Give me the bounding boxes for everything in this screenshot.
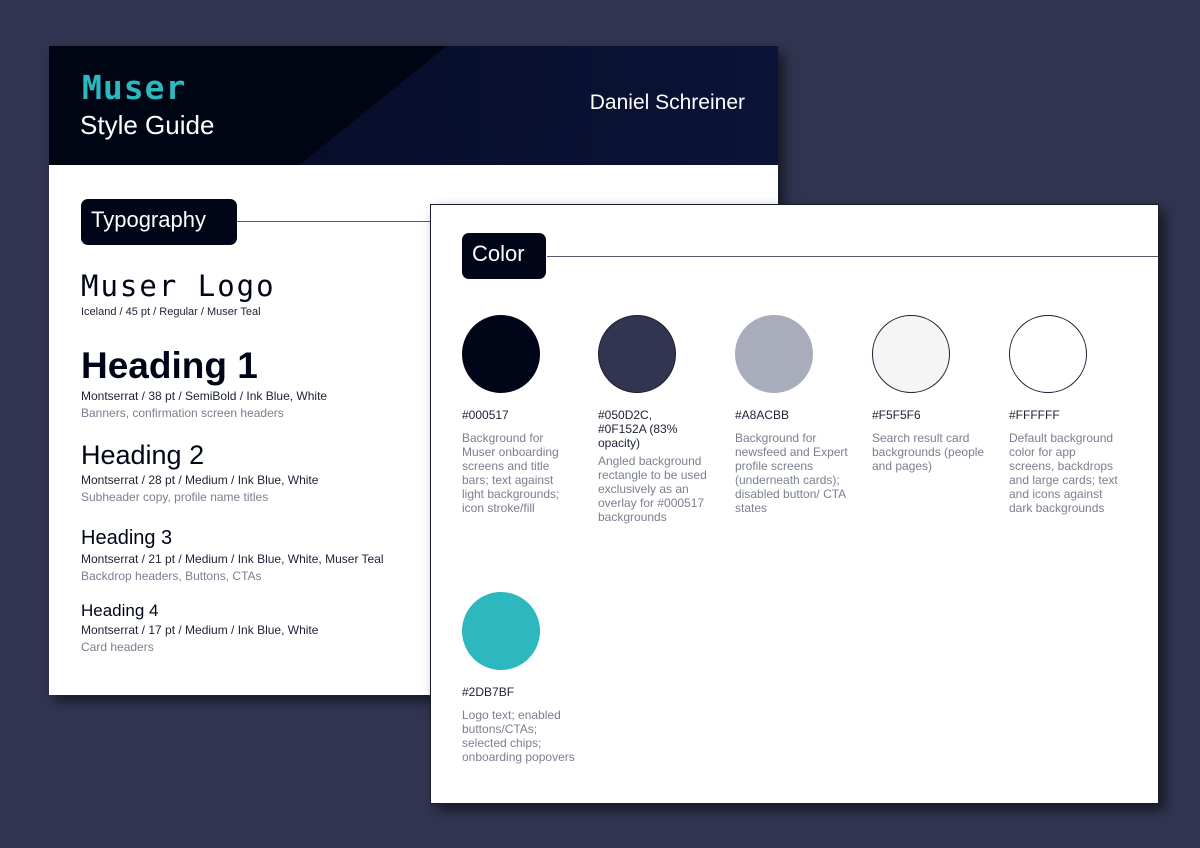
swatch-circle xyxy=(872,315,950,393)
type-sample-title: Heading 3 xyxy=(81,527,173,549)
swatch-circle xyxy=(598,315,676,393)
swatch-circle xyxy=(462,592,540,670)
type-sample-spec: Montserrat / 17 pt / Medium / Ink Blue, … xyxy=(81,623,319,637)
author-name: Daniel Schreiner xyxy=(589,91,745,114)
type-sample-title: Heading 2 xyxy=(81,440,205,470)
style-guide-title: Style Guide xyxy=(80,110,215,140)
type-sample-heading-2: Heading 2 Montserrat / 28 pt / Medium / … xyxy=(81,440,318,504)
type-sample-spec: Iceland / 45 pt / Regular / Muser Teal xyxy=(81,306,261,318)
color-swatch-ffffff: #FFFFFF Default background color for app… xyxy=(1009,315,1124,515)
type-sample-title: Heading 4 xyxy=(81,601,159,620)
swatch-hex: #FFFFFF xyxy=(1009,408,1060,422)
type-sample-title: Muser Logo xyxy=(81,269,276,303)
swatch-hex: #000517 xyxy=(462,408,509,422)
swatch-circle xyxy=(462,315,540,393)
color-swatch-f5f5f6: #F5F5F6 Search result card backgrounds (… xyxy=(872,315,987,473)
swatch-hex: #A8ACBB xyxy=(735,408,790,422)
color-card: Color #000517 Background for Muser onboa… xyxy=(430,204,1159,804)
swatch-hex: #F5F5F6 xyxy=(872,408,921,422)
typography-section-label: Typography xyxy=(81,199,237,245)
color-swatch-050d2c: #050D2C, #0F152A (83% opacity) Angled ba… xyxy=(598,315,713,524)
type-sample-logo: Muser Logo Iceland / 45 pt / Regular / M… xyxy=(81,269,276,318)
type-sample-heading-4: Heading 4 Montserrat / 17 pt / Medium / … xyxy=(81,601,318,654)
color-section-label: Color xyxy=(462,233,546,279)
swatch-hex: #2DB7BF xyxy=(462,685,515,699)
swatch-description: Search result card backgrounds (people a… xyxy=(872,431,985,473)
type-sample-spec: Montserrat / 28 pt / Medium / Ink Blue, … xyxy=(81,473,319,487)
color-swatch-2db7bf: #2DB7BF Logo text; enabled buttons/CTAs;… xyxy=(462,592,577,764)
type-sample-usage: Backdrop headers, Buttons, CTAs xyxy=(81,569,262,583)
type-sample-spec: Montserrat / 21 pt / Medium / Ink Blue, … xyxy=(81,552,384,566)
section-divider xyxy=(547,256,1158,257)
swatch-circle xyxy=(735,315,813,393)
swatch-description: Background for Muser onboarding screens … xyxy=(462,431,560,515)
type-sample-title: Heading 1 xyxy=(81,345,258,386)
style-guide-header: Muser Style Guide Daniel Schreiner xyxy=(49,46,778,165)
type-sample-usage: Card headers xyxy=(81,640,154,654)
swatch-description: Background for newsfeed and Expert profi… xyxy=(735,431,848,515)
type-sample-usage: Subheader copy, profile name titles xyxy=(81,490,269,504)
swatch-hex: #050D2C, #0F152A (83% opacity) xyxy=(598,408,678,450)
type-sample-usage: Banners, confirmation screen headers xyxy=(81,406,284,420)
type-sample-heading-3: Heading 3 Montserrat / 21 pt / Medium / … xyxy=(81,527,384,583)
swatch-description: Angled background rectangle to be used e… xyxy=(598,454,707,524)
muser-logo: Muser xyxy=(82,68,187,107)
color-swatch-a8acbb: #A8ACBB Background for newsfeed and Expe… xyxy=(735,315,850,515)
type-sample-spec: Montserrat / 38 pt / SemiBold / Ink Blue… xyxy=(81,389,328,403)
swatch-description: Default background color for app screens… xyxy=(1009,431,1118,515)
swatch-circle xyxy=(1009,315,1087,393)
type-sample-heading-1: Heading 1 Montserrat / 38 pt / SemiBold … xyxy=(81,345,327,420)
swatch-description: Logo text; enabled buttons/CTAs; selecte… xyxy=(462,708,575,764)
color-swatch-000517: #000517 Background for Muser onboarding … xyxy=(462,315,577,515)
